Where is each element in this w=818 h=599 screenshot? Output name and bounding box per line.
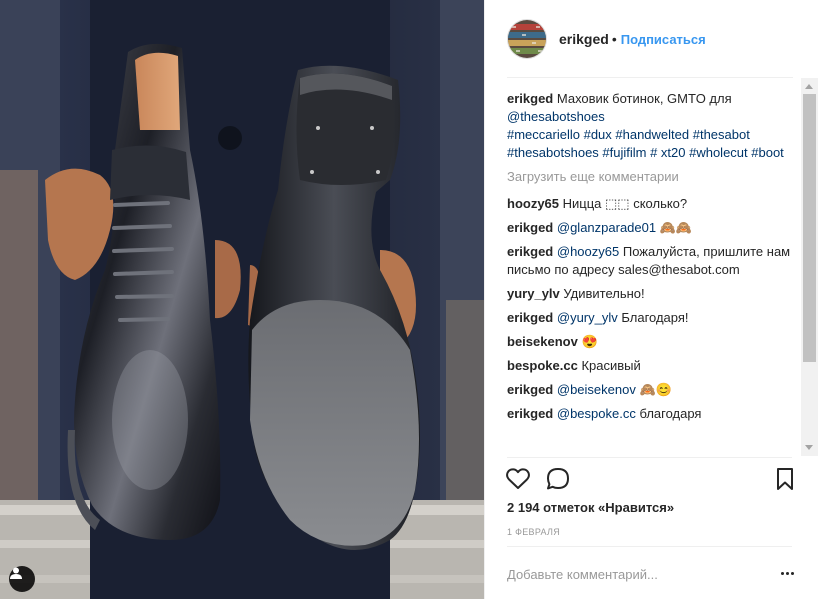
- comments-container: hoozy65 Ницца ⬚⬚ сколько? erikged @glanzp…: [507, 195, 793, 423]
- scroll-up-icon[interactable]: [805, 84, 813, 89]
- comment-username[interactable]: erikged: [507, 382, 553, 397]
- save-button[interactable]: [773, 466, 797, 497]
- comment-mention[interactable]: @yury_ylv: [557, 310, 618, 325]
- comment-text: Удивительно!: [563, 286, 645, 301]
- comment-username[interactable]: erikged: [507, 406, 553, 421]
- post-photo[interactable]: [0, 0, 484, 599]
- avatar[interactable]: [507, 19, 547, 59]
- comment-icon: [547, 468, 569, 490]
- comment-button[interactable]: [545, 466, 571, 497]
- follow-button[interactable]: Подписаться: [621, 32, 706, 47]
- heart-icon: [506, 468, 530, 489]
- comment-row: beisekenov 😍: [507, 333, 793, 351]
- comment-row: hoozy65 Ницца ⬚⬚ сколько?: [507, 195, 793, 213]
- comment-mention[interactable]: @bespoke.cc: [557, 406, 636, 421]
- caption-text: Маховик ботинок, GMTO для: [553, 91, 732, 106]
- post-caption: erikged Маховик ботинок, GMTO для @thesa…: [507, 90, 793, 162]
- post-side-panel: erikged • Подписаться erikged Маховик бо…: [484, 0, 818, 599]
- post-username[interactable]: erikged: [559, 31, 609, 47]
- post-header: erikged • Подписаться: [485, 0, 818, 78]
- comment-username[interactable]: erikged: [507, 310, 553, 325]
- comment-text: благодаря: [635, 406, 702, 421]
- bookmark-icon: [777, 468, 793, 490]
- post-date[interactable]: 1 ФЕВРАЛЯ: [507, 527, 560, 537]
- comments-scrollbar[interactable]: [801, 78, 818, 456]
- caption-hashtags[interactable]: #meccariello #dux #handwelted #thesabot …: [507, 127, 784, 160]
- post-photo-image: [0, 0, 484, 599]
- comment-username[interactable]: hoozy65: [507, 196, 559, 211]
- likes-count[interactable]: 2 194 отметок «Нравится»: [507, 500, 674, 515]
- comment-username[interactable]: erikged: [507, 220, 553, 235]
- comment-row: erikged @bespoke.cc благодаря: [507, 405, 793, 423]
- like-button[interactable]: [505, 466, 531, 497]
- comment-text: Красивый: [581, 358, 641, 373]
- divider: [507, 457, 792, 458]
- load-more-comments-button[interactable]: Загрузить еще комментарии: [507, 168, 793, 186]
- comment-row: erikged @glanzparade01 🙈🙈: [507, 219, 793, 237]
- comment-row: erikged @hoozy65 Пожалуйста, пришлите на…: [507, 243, 793, 279]
- comment-mention[interactable]: @glanzparade01: [557, 220, 656, 235]
- comment-text: Ницца ⬚⬚ сколько?: [562, 196, 688, 211]
- comments-list[interactable]: erikged Маховик ботинок, GMTO для @thesa…: [507, 90, 793, 458]
- comment-mention[interactable]: @hoozy65: [557, 244, 619, 259]
- comment-text: Благодаря!: [617, 310, 689, 325]
- comment-row: bespoke.cc Красивый: [507, 357, 793, 375]
- scroll-down-icon[interactable]: [805, 445, 813, 450]
- comment-mention[interactable]: @beisekenov: [557, 382, 636, 397]
- comment-text: 😍: [581, 334, 598, 349]
- comment-username[interactable]: beisekenov: [507, 334, 578, 349]
- divider: [507, 546, 792, 547]
- comment-row: erikged @yury_ylv Благодаря!: [507, 309, 793, 327]
- more-options-icon[interactable]: [777, 565, 797, 581]
- comment-username[interactable]: erikged: [507, 244, 553, 259]
- comment-username[interactable]: yury_ylv: [507, 286, 560, 301]
- user-tag-icon[interactable]: [9, 566, 35, 592]
- caption-username[interactable]: erikged: [507, 91, 553, 106]
- comment-text: 🙈🙈: [656, 220, 693, 235]
- post-actions: [505, 466, 797, 494]
- add-comment-input[interactable]: [507, 564, 757, 584]
- scrollbar-thumb[interactable]: [803, 94, 816, 362]
- comment-text: 🙈😊: [635, 382, 672, 397]
- comment-row: erikged @beisekenov 🙈😊: [507, 381, 793, 399]
- header-separator: •: [611, 31, 617, 47]
- caption-mention[interactable]: @thesabotshoes: [507, 109, 605, 124]
- comment-row: yury_ylv Удивительно!: [507, 285, 793, 303]
- comment-username[interactable]: bespoke.cc: [507, 358, 578, 373]
